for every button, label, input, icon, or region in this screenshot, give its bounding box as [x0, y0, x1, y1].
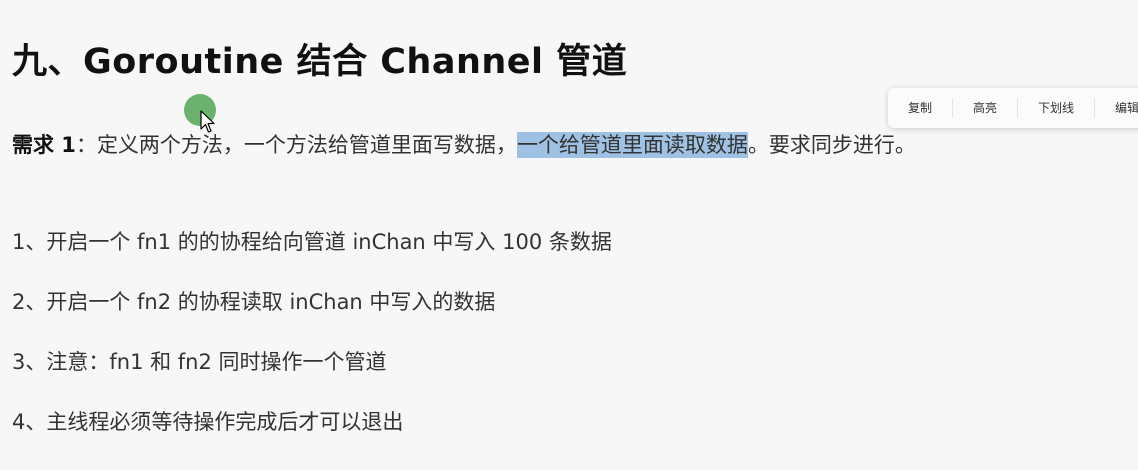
- copy-button[interactable]: 复制: [888, 98, 954, 118]
- requirement-text-end: 。要求同步进行。: [747, 133, 916, 157]
- document-page: 九、Goroutine 结合 Channel 管道 需求 1：定义两个方法，一个…: [0, 0, 1138, 470]
- requirement-paragraph[interactable]: 需求 1：定义两个方法，一个方法给管道里面写数据，一个给管道里面读取数据。要求同…: [12, 127, 1032, 163]
- mouse-cursor-icon: [200, 110, 215, 133]
- list-item: 2、开启一个 fn2 的协程读取 inChan 中写入的数据: [12, 290, 496, 314]
- requirement-label: 需求 1: [12, 133, 76, 157]
- list-item: 3、注意：fn1 和 fn2 同时操作一个管道: [12, 350, 387, 374]
- highlight-button[interactable]: 高亮: [953, 98, 1019, 118]
- selection-toolbar: 复制 高亮 下划线 编辑: [888, 88, 1138, 128]
- requirement-text: 定义两个方法，一个方法给管道里面写数据，: [96, 133, 517, 157]
- requirement-colon: ：: [75, 133, 97, 157]
- edit-button[interactable]: 编辑: [1095, 98, 1138, 118]
- selected-text-highlight[interactable]: 一个给管道里面读取数据: [516, 132, 748, 158]
- list-item: 4、主线程必须等待操作完成后才可以退出: [12, 410, 404, 434]
- section-heading: 九、Goroutine 结合 Channel 管道: [12, 42, 628, 82]
- list-item: 1、开启一个 fn1 的的协程给向管道 inChan 中写入 100 条数据: [12, 230, 612, 254]
- underline-button[interactable]: 下划线: [1018, 98, 1096, 118]
